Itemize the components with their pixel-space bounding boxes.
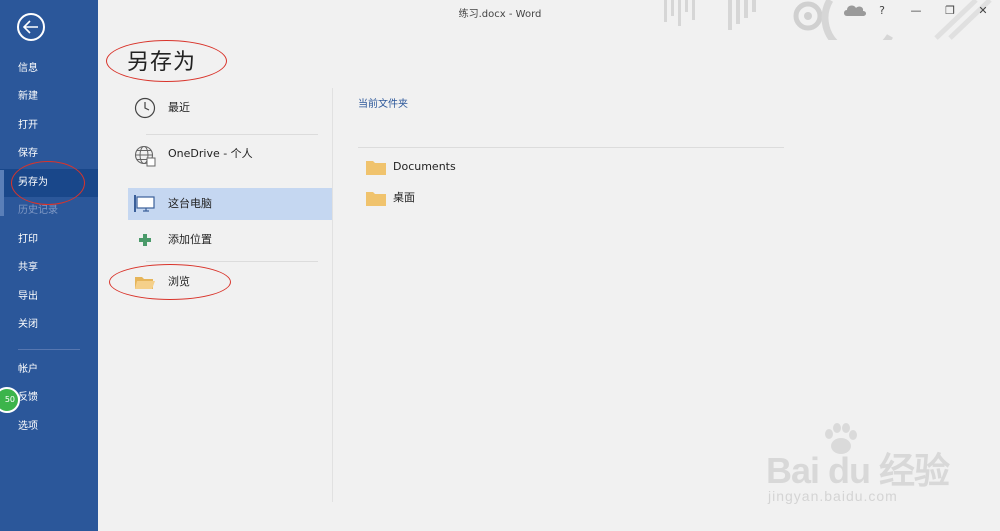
watermark: Bai du 经验 jingyan.baidu.com bbox=[762, 420, 992, 520]
annotation-ellipse-title bbox=[106, 40, 227, 82]
clock-icon bbox=[134, 97, 156, 119]
backstage-nav: 信息 新建 打开 保存 另存为 历史记录 打印 共享 导出 关闭 帐户 反馈 选… bbox=[0, 0, 98, 531]
restore-button[interactable]: ❐ bbox=[940, 2, 960, 20]
nav-item-new[interactable]: 新建 bbox=[0, 83, 98, 111]
watermark-main: Bai du 经验 bbox=[766, 450, 950, 491]
nav-item-info[interactable]: 信息 bbox=[0, 55, 98, 83]
places-divider bbox=[146, 261, 318, 262]
plus-icon bbox=[139, 234, 151, 246]
nav-item-close[interactable]: 关闭 bbox=[0, 311, 98, 339]
folder-desktop[interactable]: 桌面 bbox=[366, 187, 666, 211]
back-arrow-icon bbox=[23, 20, 38, 34]
folder-icon bbox=[366, 161, 386, 175]
place-onedrive-label: OneDrive - 个人 bbox=[168, 147, 253, 160]
place-add-location-label: 添加位置 bbox=[168, 233, 212, 246]
folder-documents[interactable]: Documents bbox=[366, 156, 666, 180]
place-onedrive[interactable]: OneDrive - 个人 bbox=[128, 140, 332, 172]
nav-item-account[interactable]: 帐户 bbox=[0, 356, 98, 384]
folder-icon bbox=[366, 192, 386, 206]
annotation-ellipse-save-as bbox=[11, 161, 85, 205]
globe-icon bbox=[134, 145, 156, 167]
computer-icon bbox=[134, 195, 155, 212]
place-add-location[interactable]: 添加位置 bbox=[128, 224, 332, 256]
column-divider bbox=[332, 88, 333, 502]
cloud-icon[interactable] bbox=[842, 3, 868, 17]
place-this-pc-label: 这台电脑 bbox=[168, 197, 212, 210]
annotation-ellipse-browse bbox=[109, 264, 231, 300]
place-recent-label: 最近 bbox=[168, 101, 190, 114]
places-divider bbox=[146, 134, 318, 135]
help-button[interactable]: ? bbox=[872, 2, 892, 20]
watermark-sub: jingyan.baidu.com bbox=[768, 488, 898, 504]
nav-item-print[interactable]: 打印 bbox=[0, 226, 98, 254]
nav-item-options[interactable]: 选项 bbox=[0, 413, 98, 441]
nav-divider bbox=[18, 349, 80, 350]
nav-item-share[interactable]: 共享 bbox=[0, 254, 98, 282]
minimize-button[interactable]: — bbox=[906, 2, 926, 20]
folder-desktop-label: 桌面 bbox=[393, 191, 415, 204]
section-divider bbox=[358, 147, 784, 148]
place-recent[interactable]: 最近 bbox=[128, 92, 332, 124]
place-this-pc[interactable]: 这台电脑 bbox=[128, 188, 332, 220]
nav-item-open[interactable]: 打开 bbox=[0, 112, 98, 140]
current-folder-heading: 当前文件夹 bbox=[358, 99, 408, 110]
nav-item-export[interactable]: 导出 bbox=[0, 283, 98, 311]
folder-documents-label: Documents bbox=[393, 160, 456, 173]
close-button[interactable]: ✕ bbox=[973, 2, 993, 20]
